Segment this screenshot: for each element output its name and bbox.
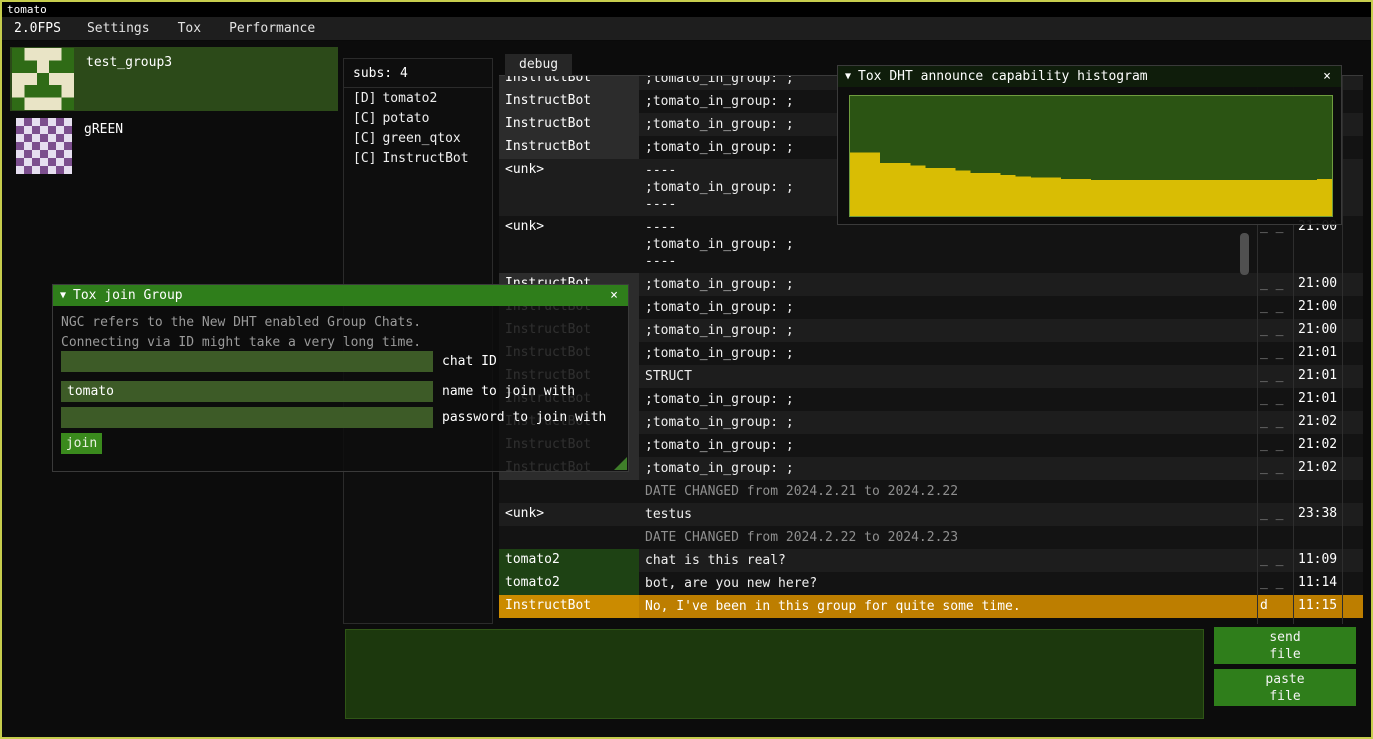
timestamp: 21:02 <box>1293 411 1342 432</box>
message-row[interactable]: <unk>testus_ _23:38 <box>499 503 1363 526</box>
dht-histogram-plot <box>849 95 1333 217</box>
group-name: gREEN <box>72 114 123 178</box>
member-item[interactable]: [C]InstructBot <box>344 148 492 168</box>
dht-histogram-titlebar[interactable]: ▼ Tox DHT announce capability histogram … <box>838 66 1341 87</box>
menu-settings[interactable]: Settings <box>73 21 164 36</box>
timestamp: 21:01 <box>1293 342 1342 363</box>
window-titlebar: tomato <box>2 2 1371 17</box>
timestamp: 21:02 <box>1293 434 1342 455</box>
delivery-marks: d <box>1257 595 1293 616</box>
close-icon[interactable]: × <box>607 288 621 303</box>
delivery-marks: _ _ <box>1257 342 1293 363</box>
group-name: test_group3 <box>74 47 172 111</box>
timestamp: 21:00 <box>1293 319 1342 340</box>
delivery-marks: _ _ <box>1257 549 1293 570</box>
timestamp: 21:02 <box>1293 457 1342 478</box>
timestamp: 23:38 <box>1293 503 1342 524</box>
join-name-input[interactable] <box>61 381 433 402</box>
window-title: tomato <box>7 3 47 16</box>
message-input[interactable] <box>345 629 1204 719</box>
chat-id-label: chat ID <box>433 354 497 369</box>
timestamp: 21:00 <box>1293 296 1342 317</box>
join-group-window: ▼ Tox join Group × NGC refers to the New… <box>52 284 629 472</box>
join-info-line: Connecting via ID might take a very long… <box>61 335 421 350</box>
timestamp: 21:00 <box>1293 273 1342 294</box>
member-item[interactable]: [C]potato <box>344 108 492 128</box>
fps-counter: 2.0FPS <box>2 21 73 36</box>
group-avatar-icon <box>16 118 72 174</box>
delivery-marks: _ _ <box>1257 365 1293 386</box>
app-window: tomato 2.0FPS Settings Tox Performance t… <box>0 0 1373 739</box>
paste-file-button[interactable]: paste file <box>1214 669 1356 706</box>
system-message-row: DATE CHANGED from 2024.2.21 to 2024.2.22 <box>499 480 1363 503</box>
timestamp: 11:14 <box>1293 572 1342 593</box>
group-item-test_group3[interactable]: test_group3 <box>10 47 338 111</box>
members-count-header: subs: 4 <box>344 59 492 88</box>
member-item[interactable]: [C]green_qtox <box>344 128 492 148</box>
timestamp: 11:15 <box>1293 595 1342 616</box>
delivery-marks: _ _ <box>1257 457 1293 478</box>
close-icon[interactable]: × <box>1320 69 1334 84</box>
menu-tox[interactable]: Tox <box>164 21 215 36</box>
send-file-button[interactable]: send file <box>1214 627 1356 664</box>
join-info-line: NGC refers to the New DHT enabled Group … <box>61 315 421 330</box>
delivery-marks: _ _ <box>1257 273 1293 294</box>
window-title-text: Tox join Group <box>73 288 183 303</box>
column-separator <box>1342 76 1343 624</box>
delivery-marks: _ _ <box>1257 388 1293 409</box>
group-item-green[interactable]: gREEN <box>10 114 338 178</box>
window-title-text: Tox DHT announce capability histogram <box>858 69 1148 84</box>
chat-scrollbar[interactable] <box>1240 233 1249 275</box>
join-password-label: password to join with <box>433 410 606 425</box>
message-row[interactable]: tomato2bot, are you new here?_ _11:14 <box>499 572 1363 595</box>
delivery-marks: _ _ <box>1257 434 1293 455</box>
message-row[interactable]: tomato2chat is this real?_ _11:09 <box>499 549 1363 572</box>
timestamp: 21:01 <box>1293 388 1342 409</box>
join-password-input[interactable] <box>61 407 433 428</box>
tab-debug[interactable]: debug <box>505 54 572 76</box>
delivery-marks: _ _ <box>1257 411 1293 432</box>
join-group-titlebar[interactable]: ▼ Tox join Group × <box>53 285 628 306</box>
chat-id-input[interactable] <box>61 351 433 372</box>
delivery-marks: _ _ <box>1257 319 1293 340</box>
timestamp: 21:01 <box>1293 365 1342 386</box>
system-message-row: DATE CHANGED from 2024.2.22 to 2024.2.23 <box>499 526 1363 549</box>
delivery-marks: _ _ <box>1257 296 1293 317</box>
join-button[interactable]: join <box>61 433 102 454</box>
delivery-marks: _ _ <box>1257 572 1293 593</box>
menu-performance[interactable]: Performance <box>215 21 329 36</box>
timestamp: 11:09 <box>1293 549 1342 570</box>
delivery-marks: _ _ <box>1257 503 1293 524</box>
member-item[interactable]: [D]tomato2 <box>344 88 492 108</box>
resize-grip[interactable] <box>614 457 627 470</box>
collapse-icon[interactable]: ▼ <box>845 71 851 82</box>
collapse-icon[interactable]: ▼ <box>60 290 66 301</box>
group-avatar-icon <box>12 48 74 110</box>
menubar: 2.0FPS Settings Tox Performance <box>2 17 1371 41</box>
join-name-label: name to join with <box>433 384 575 399</box>
message-row-highlighted[interactable]: InstructBotNo, I've been in this group f… <box>499 595 1363 618</box>
dht-histogram-window: ▼ Tox DHT announce capability histogram … <box>837 65 1342 225</box>
